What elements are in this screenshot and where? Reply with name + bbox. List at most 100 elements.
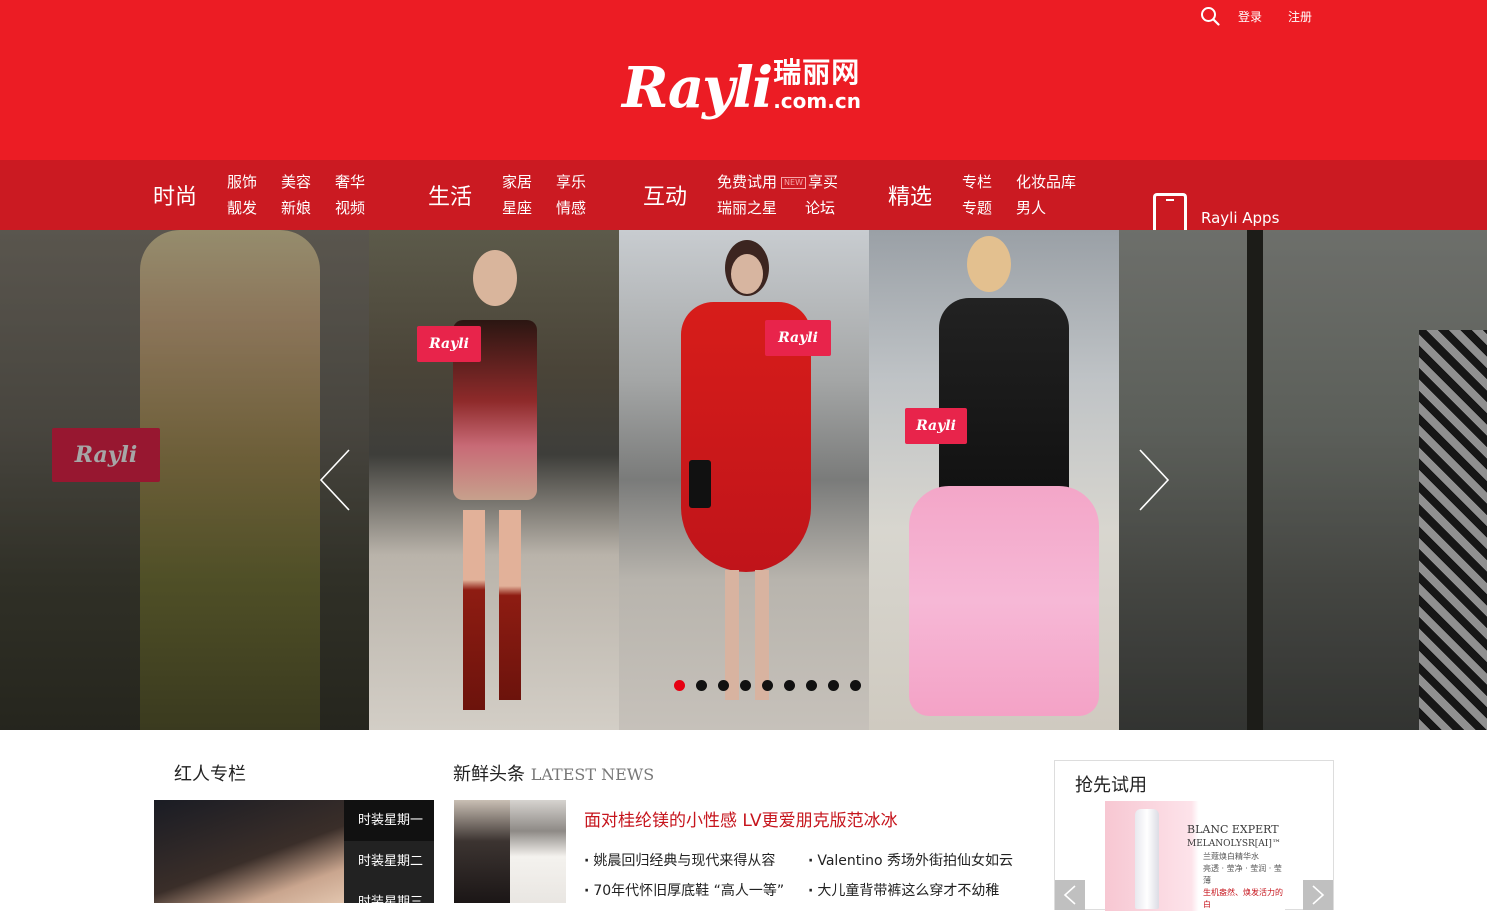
- news-item[interactable]: 姚晨回归经典与现代来得从容: [584, 850, 775, 870]
- nav-link-clothing[interactable]: 服饰: [227, 169, 257, 195]
- news-thumbnail[interactable]: [454, 800, 566, 903]
- nav-link-men[interactable]: 男人: [1016, 195, 1076, 221]
- carousel-dot[interactable]: [828, 680, 839, 691]
- trial-prev-icon[interactable]: [1055, 880, 1085, 910]
- trial-product-image[interactable]: BLANC EXPERT MELANOLYSR[AI]™ 兰蔻焕白精华水 亮透 …: [1105, 801, 1285, 911]
- site-logo[interactable]: Rayli 瑞丽网 .com.cn: [622, 56, 861, 120]
- news-item[interactable]: Valentino 秀场外街拍仙女如云: [808, 850, 1013, 870]
- carousel-next-icon[interactable]: [1137, 448, 1171, 512]
- red-column-item[interactable]: 时装星期二: [344, 841, 434, 882]
- nav-col: 家居 星座: [502, 169, 532, 221]
- slide-dim-overlay: [0, 230, 369, 730]
- nav-link-rayli-star[interactable]: 瑞丽之星: [717, 195, 777, 221]
- carousel-dots: [674, 680, 872, 691]
- carousel-slide-1[interactable]: Rayli: [369, 230, 619, 730]
- logo-cn: 瑞丽网: [773, 56, 861, 89]
- rayli-card: Rayli: [765, 320, 831, 356]
- carousel-dot[interactable]: [718, 680, 729, 691]
- carousel-slide-next[interactable]: [1119, 230, 1487, 730]
- slide-figure: [669, 240, 819, 720]
- search-icon[interactable]: [1200, 6, 1220, 26]
- nav-col: 化妆品库 男人: [1016, 169, 1076, 221]
- carousel-dot[interactable]: [740, 680, 751, 691]
- red-column-item[interactable]: 时装星期三: [344, 882, 434, 903]
- nav-link-luxury[interactable]: 奢华: [335, 169, 365, 195]
- nav-col: 服饰 靓发: [227, 169, 257, 221]
- trial-next-icon[interactable]: [1303, 880, 1333, 910]
- phone-icon: [1153, 193, 1187, 231]
- carousel-slide-prev[interactable]: Rayli: [0, 230, 369, 730]
- nav-link-video[interactable]: 视频: [335, 195, 365, 221]
- news-title-cn: 新鲜头条: [453, 764, 525, 785]
- nav-link-leisure[interactable]: 享乐: [556, 169, 586, 195]
- nav-link-beauty[interactable]: 美容: [281, 169, 311, 195]
- nav-group-select: 精选 专栏 专题 化妆品库 男人: [888, 160, 1100, 230]
- product-tag-line: 生机盎然、焕发活力的白: [1203, 888, 1283, 909]
- red-column-item[interactable]: 时装星期一: [344, 800, 434, 841]
- red-column-image[interactable]: [154, 800, 344, 903]
- nav-col: 美容 新娘: [281, 169, 311, 221]
- product-bottle: [1135, 809, 1159, 909]
- nav-col: NEW 享买 论坛: [777, 169, 838, 221]
- carousel-dot[interactable]: [762, 680, 773, 691]
- nav-link-column[interactable]: 专栏: [962, 169, 992, 195]
- rayli-card-brand: Rayli: [778, 330, 818, 346]
- logo-brand: Rayli: [622, 55, 773, 121]
- nav-link-forum[interactable]: 论坛: [805, 195, 838, 221]
- carousel-dot[interactable]: [850, 680, 861, 691]
- red-column-title: 红人专栏: [174, 764, 246, 785]
- nav-link-bride[interactable]: 新娘: [281, 195, 311, 221]
- carousel-prev-icon[interactable]: [318, 448, 352, 512]
- product-name-en: BLANC EXPERT MELANOLYSR[AI]™: [1187, 823, 1281, 851]
- product-en-line1: BLANC EXPERT: [1187, 823, 1279, 836]
- rayli-apps-link[interactable]: Rayli Apps: [1153, 193, 1279, 231]
- nav-link-emotion[interactable]: 情感: [556, 195, 586, 221]
- trial-title: 抢先试用: [1075, 775, 1147, 796]
- nav-link-shop-label: 享买: [807, 173, 838, 191]
- nav-link-horoscope[interactable]: 星座: [502, 195, 532, 221]
- product-cn-line: 兰蔻焕白精华水: [1203, 852, 1259, 861]
- carousel-dot[interactable]: [784, 680, 795, 691]
- trial-box: 抢先试用 BLANC EXPERT MELANOLYSR[AI]™ 兰蔻焕白精华…: [1054, 760, 1334, 911]
- logo-domain: .com.cn: [773, 89, 861, 113]
- nav-group-fashion: 时尚 服饰 靓发 美容 新娘 奢华 视频: [153, 160, 389, 230]
- nav-link-hair[interactable]: 靓发: [227, 195, 257, 221]
- slide-figure: [439, 250, 549, 730]
- carousel-dot[interactable]: [806, 680, 817, 691]
- top-links: 登录 注册: [1200, 6, 1338, 26]
- red-column-list: 时装星期一 时装星期二 时装星期三: [344, 800, 434, 903]
- nav-category-select[interactable]: 精选: [888, 179, 932, 211]
- login-link[interactable]: 登录: [1238, 8, 1262, 25]
- nav-link-shop[interactable]: NEW 享买: [777, 169, 838, 195]
- nav-link-free-trial[interactable]: 免费试用: [717, 169, 777, 195]
- rayli-card: Rayli: [905, 408, 967, 444]
- news-title-en: LATEST NEWS: [530, 765, 655, 784]
- nav-category-fashion[interactable]: 时尚: [153, 179, 197, 211]
- news-thumb-right: [510, 800, 566, 903]
- nav-link-topic[interactable]: 专题: [962, 195, 992, 221]
- carousel-dot[interactable]: [696, 680, 707, 691]
- apps-label: Rayli Apps: [1201, 209, 1280, 227]
- nav-category-life[interactable]: 生活: [428, 179, 472, 211]
- news-item[interactable]: 大儿童背带裤这么穿才不幼稚: [808, 880, 999, 900]
- nav-col: 享乐 情感: [556, 169, 586, 221]
- rayli-card: Rayli: [417, 326, 481, 362]
- product-en-line2: MELANOLYSR[AI]™: [1187, 839, 1281, 849]
- slide-figure: [909, 236, 1099, 726]
- nav-category-interact[interactable]: 互动: [643, 179, 687, 211]
- register-link[interactable]: 注册: [1288, 8, 1312, 25]
- news-item[interactable]: 70年代怀旧厚底鞋 “高人一等”: [584, 880, 784, 900]
- nav-group-life: 生活 家居 星座 享乐 情感: [428, 160, 610, 230]
- carousel-slide-3[interactable]: Rayli: [869, 230, 1119, 730]
- nav-group-interact: 互动 免费试用 瑞丽之星 NEW 享买 论坛: [643, 160, 862, 230]
- news-thumb-left: [454, 800, 510, 903]
- carousel-dot[interactable]: [674, 680, 685, 691]
- hero-carousel[interactable]: Rayli Rayli Rayli Rayli: [0, 230, 1487, 730]
- nav-link-home[interactable]: 家居: [502, 169, 532, 195]
- site-header: 登录 注册 Rayli 瑞丽网 .com.cn: [0, 0, 1487, 160]
- carousel-slide-2[interactable]: Rayli: [619, 230, 869, 730]
- nav-link-cosmetics[interactable]: 化妆品库: [1016, 169, 1076, 195]
- product-name-cn: 兰蔻焕白精华水 亮透 · 莹净 · 莹润 · 莹薄 生机盎然、焕发活力的白: [1203, 851, 1285, 911]
- slide-dim-overlay: [1119, 230, 1487, 730]
- news-headline[interactable]: 面对桂纶镁的小性感 LV更爱朋克版范冰冰: [584, 806, 898, 831]
